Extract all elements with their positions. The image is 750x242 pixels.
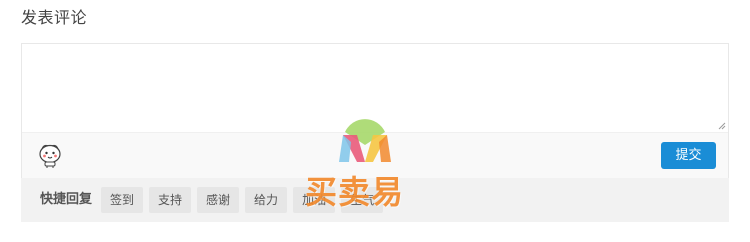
comment-editor: 提交 <box>21 43 729 179</box>
quick-reply-tag-qiandao[interactable]: 签到 <box>101 187 144 213</box>
resize-grip-icon[interactable] <box>718 122 726 130</box>
submit-button[interactable]: 提交 <box>661 142 716 169</box>
emoji-button[interactable] <box>36 141 64 169</box>
comment-toolbar: 提交 <box>22 132 728 179</box>
quick-reply-label: 快捷回复 <box>40 192 93 207</box>
quick-reply-tag-ganxie[interactable]: 感谢 <box>197 187 240 213</box>
comment-section-title: 发表评论 <box>21 8 88 27</box>
quick-reply-tag-zhichi[interactable]: 支持 <box>149 187 192 213</box>
quick-reply-bar: 快捷回复 签到 支持 感谢 给力 加油 生气 <box>21 178 729 222</box>
comment-textarea[interactable] <box>22 44 728 132</box>
quick-reply-tag-shengqi[interactable]: 生气 <box>341 187 384 213</box>
quick-reply-tags: 签到 支持 感谢 给力 加油 生气 <box>101 187 384 213</box>
quick-reply-tag-jiayou[interactable]: 加油 <box>293 187 336 213</box>
quick-reply-tag-geili[interactable]: 给力 <box>245 187 288 213</box>
emoji-face-icon <box>39 144 61 168</box>
